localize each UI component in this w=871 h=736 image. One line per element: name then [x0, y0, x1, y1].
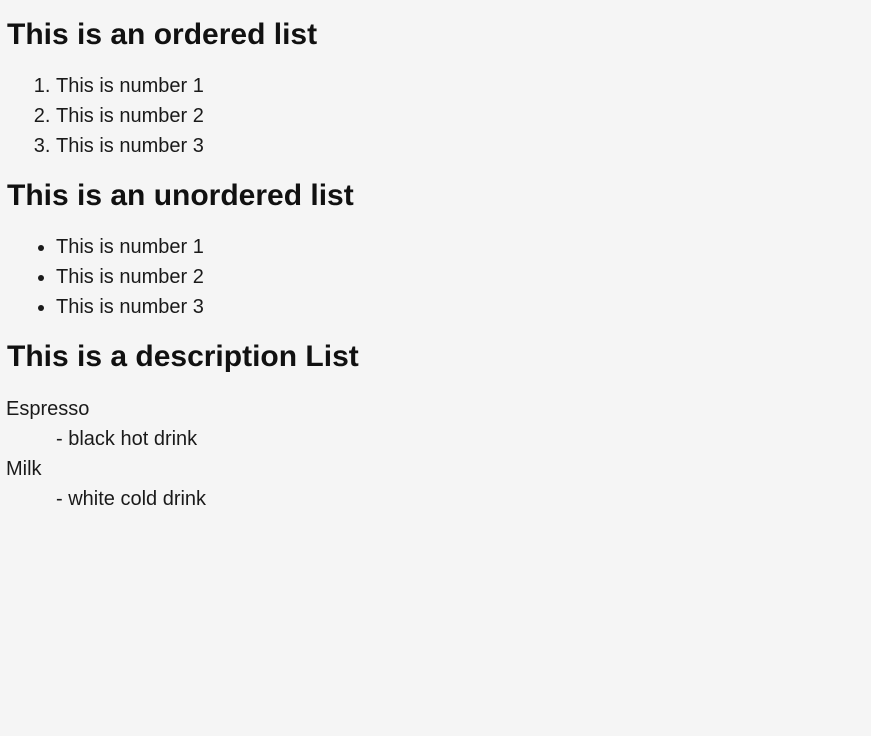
- description-list-heading: This is a description List: [7, 340, 359, 373]
- unordered-list-item: This is number 1: [56, 232, 871, 262]
- document-body: This is an ordered list This is number 1…: [0, 0, 871, 514]
- ordered-list-item: This is number 1: [56, 71, 871, 101]
- unordered-list-heading: This is an unordered list: [7, 179, 354, 212]
- unordered-list-item: This is number 3: [56, 292, 871, 322]
- description-term: Espresso: [6, 398, 90, 420]
- ordered-list-item: This is number 2: [56, 101, 871, 131]
- ordered-list: This is number 1 This is number 2 This i…: [7, 71, 871, 161]
- unordered-list-item: This is number 2: [56, 262, 871, 292]
- description-definition: - white cold drink: [56, 488, 207, 510]
- description-definition: - black hot drink: [56, 428, 198, 450]
- unordered-list: This is number 1 This is number 2 This i…: [7, 232, 871, 322]
- description-list: Espresso - black hot drink Milk - white …: [6, 394, 871, 514]
- ordered-list-heading: This is an ordered list: [7, 18, 318, 51]
- description-term: Milk: [6, 458, 42, 480]
- ordered-list-item: This is number 3: [56, 131, 871, 161]
